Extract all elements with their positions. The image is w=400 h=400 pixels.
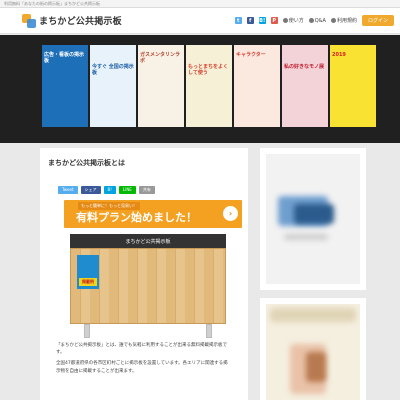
hero-poster[interactable]: ガスメンタリンラボ (138, 45, 184, 127)
twitter-icon[interactable]: t (234, 17, 242, 24)
hero-poster[interactable]: キャラクター (234, 45, 280, 127)
site-logo[interactable]: まちかど公共掲示板 (22, 13, 122, 28)
facebook-share-button[interactable]: シェア (80, 186, 101, 194)
chevron-right-icon: › (223, 206, 238, 221)
share-button[interactable]: 共有 (138, 186, 155, 194)
paid-plan-banner[interactable]: もっと簡単に！もっと見易い！ 有料プラン始めました！ › (64, 200, 242, 228)
question-icon (308, 18, 314, 23)
hatena-icon[interactable]: B! (258, 17, 266, 24)
sample-poster: 掲載例 (77, 255, 99, 289)
hatena-bookmark-button[interactable]: B! (103, 186, 116, 194)
hero-poster-text: 私の好きなモノ展 (284, 64, 325, 70)
sample-poster-label: 掲載例 (79, 278, 97, 286)
banner-title: 有料プラン始めました！ (76, 211, 197, 224)
hero-poster[interactable]: 今すぐ 全国の掲示板 (90, 45, 136, 127)
info-icon (330, 18, 336, 23)
nav-terms-label: 利用規約 (336, 18, 357, 24)
hero-poster[interactable]: 広告・看板の掲示板 (42, 45, 88, 127)
site-title: まちかど公共掲示板 (39, 17, 122, 27)
bulletin-board-illustration: まちかど公共掲示板 掲載例 (70, 234, 226, 338)
intro-paragraph: 「まちかど公共掲示板」とは、誰でも気軽に利用することが出来る無料掲載掲示板です。 (56, 343, 227, 356)
logo-mark-icon (22, 13, 36, 28)
facebook-icon[interactable]: f (246, 17, 254, 24)
nav-howto-label: 使い方 (288, 18, 304, 24)
hero-poster-text: 広告・看板の掲示板 (44, 52, 85, 64)
hero-poster-text: キャラクター (236, 52, 266, 58)
sidebar-ad-2 (260, 298, 366, 400)
hero-poster-text: もっとまちをよくして使う (188, 64, 229, 76)
board-leg-right (206, 324, 212, 338)
top-info-text: 利用無料「あなたの街の掲示板」まちかど公共掲示板 (4, 0, 100, 6)
book-icon (282, 18, 288, 23)
login-button[interactable]: ログイン (361, 15, 394, 26)
sidebar-ad-1 (260, 148, 366, 290)
pocket-icon[interactable]: P (270, 17, 278, 24)
detail-paragraph: 全国47都道府県の各市区町村ごとに掲示板を設置しています。各エリアに関連する掲示… (56, 361, 228, 374)
hero-poster[interactable]: 私の好きなモノ展 (282, 45, 328, 127)
nav-qa-label: Q&A (314, 17, 326, 24)
hero-poster-gallery: 広告・看板の掲示板 今すぐ 全国の掲示板 ガスメンタリンラボ もっとまちをよくして使う… (0, 35, 400, 143)
hero-poster-text: ガスメンタリンラボ (140, 52, 181, 64)
board-surface: 掲載例 (70, 248, 226, 324)
hero-poster-text: 今すぐ 全国の掲示板 (92, 64, 134, 76)
sidebar (260, 148, 366, 400)
page-title: まちかど公共掲示板とは (48, 159, 125, 167)
ad-image-2[interactable] (266, 304, 360, 400)
board-title: まちかど公共掲示板 (70, 234, 226, 248)
top-info-bar: 利用無料「あなたの街の掲示板」まちかど公共掲示板 (0, 0, 400, 8)
main-content: まちかど公共掲示板とは Tweet シェア B! LINE 共有 もっと簡単に！… (40, 148, 248, 400)
ad-image-1[interactable] (266, 154, 360, 284)
nav-terms[interactable]: 利用規約 (330, 17, 357, 24)
site-header: まちかど公共掲示板 t f B! P 使い方 Q&A 利用規約 ログイン (0, 8, 400, 34)
poster-row: 広告・看板の掲示板 今すぐ 全国の掲示板 ガスメンタリンラボ もっとまちをよくして使う… (42, 45, 376, 127)
hero-poster[interactable]: 2019 (330, 45, 376, 127)
share-buttons: Tweet シェア B! LINE 共有 (58, 186, 242, 194)
header-nav: t f B! P 使い方 Q&A 利用規約 ログイン (234, 15, 394, 26)
board-leg-left (84, 324, 90, 338)
hero-poster-text: 2019 (332, 52, 346, 58)
tweet-button[interactable]: Tweet (58, 186, 78, 194)
nav-qa[interactable]: Q&A (308, 17, 326, 24)
hero-poster[interactable]: もっとまちをよくして使う (186, 45, 232, 127)
line-share-button[interactable]: LINE (118, 186, 136, 194)
nav-howto[interactable]: 使い方 (282, 17, 304, 24)
